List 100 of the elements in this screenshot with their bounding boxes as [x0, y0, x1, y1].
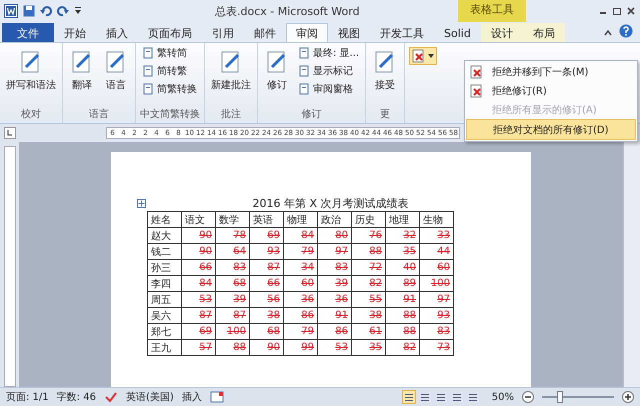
column-header: 数学 — [216, 212, 250, 228]
help-icon[interactable] — [619, 24, 633, 38]
ribbon-button[interactable]: 最终: 显... — [296, 45, 362, 61]
page-lines-icon — [468, 392, 478, 402]
table-cell: 36 — [318, 292, 352, 308]
ribbon-button[interactable]: 简繁转换 — [140, 81, 199, 97]
table-cell: 88 — [386, 324, 420, 340]
table-move-handle-icon[interactable] — [137, 199, 146, 208]
collapse-ribbon-icon[interactable] — [603, 28, 613, 38]
table-cell: 35 — [352, 340, 386, 356]
table-cell: 33 — [420, 228, 454, 244]
reject-dropdown-button[interactable] — [409, 47, 438, 65]
table-cell: 88 — [216, 340, 250, 356]
restore-icon[interactable] — [612, 6, 622, 16]
ribbon-tab[interactable]: 审阅 — [286, 23, 328, 42]
table-cell: 吴六 — [148, 308, 182, 324]
ribbon-tab[interactable]: 邮件 — [244, 23, 286, 42]
tab-stop-icon[interactable] — [4, 127, 16, 139]
zoom-in-icon[interactable] — [622, 391, 634, 403]
ribbon-button[interactable]: 简转繁 — [140, 63, 199, 79]
table-cell: 87 — [182, 308, 216, 324]
ribbon-button[interactable]: 审阅窗格 — [296, 81, 362, 97]
zoom-level[interactable]: 50% — [492, 392, 514, 402]
ribbon-button[interactable]: 语言 — [101, 45, 131, 96]
page-lines-icon — [436, 392, 446, 402]
zoom-out-icon[interactable] — [522, 391, 534, 403]
table-cell: 72 — [352, 260, 386, 276]
column-header: 政治 — [318, 212, 352, 228]
ribbon-tab[interactable]: 文件 — [2, 23, 54, 42]
word-logo-icon[interactable] — [4, 4, 18, 18]
ribbon-tab[interactable]: 页面布局 — [138, 23, 202, 42]
table-cell: 36 — [284, 292, 318, 308]
ribbon-tab[interactable]: 开始 — [54, 23, 96, 42]
page-lines-icon — [404, 392, 414, 402]
ribbon-button[interactable]: 繁转简 — [140, 45, 199, 61]
ribbon-tab[interactable]: 引用 — [202, 23, 244, 42]
table-cell: 60 — [420, 260, 454, 276]
menu-item[interactable]: 拒绝修订(R) — [466, 81, 636, 100]
context-tab-label: 表格工具 — [458, 0, 526, 22]
ribbon-button[interactable]: 显示标记 — [296, 63, 362, 79]
ribbon-tab[interactable]: 视图 — [328, 23, 370, 42]
ribbon-button[interactable]: 翻译 — [67, 45, 97, 96]
column-header: 生物 — [420, 212, 454, 228]
view-button[interactable] — [402, 390, 416, 404]
table-cell: 91 — [318, 308, 352, 324]
table-cell: 97 — [318, 244, 352, 260]
page-count[interactable]: 页面: 1/1 — [6, 390, 49, 404]
table-cell: 68 — [250, 324, 284, 340]
table-cell: 60 — [284, 276, 318, 292]
table-cell: 69 — [182, 324, 216, 340]
table-cell: 89 — [386, 276, 420, 292]
group-label: 批注 — [220, 108, 242, 122]
zoom-slider-thumb[interactable] — [557, 391, 563, 403]
table-cell: 64 — [216, 244, 250, 260]
page-lines-icon — [420, 392, 430, 402]
table-cell: 83 — [216, 260, 250, 276]
ribbon-button[interactable]: 新建批注 — [209, 45, 253, 96]
ribbon-button[interactable]: 拼写和语法 — [4, 45, 58, 96]
group-label: 更 — [379, 108, 392, 122]
caret-icon — [428, 54, 434, 58]
table-cell: 40 — [386, 260, 420, 276]
customize-caret-icon[interactable] — [74, 6, 82, 16]
vertical-scrollbar[interactable] — [623, 142, 640, 387]
group-label: 修订 — [300, 108, 323, 122]
table-cell: 79 — [284, 324, 318, 340]
table-cell: 38 — [352, 308, 386, 324]
table-cell: 93 — [250, 244, 284, 260]
ribbon-button[interactable]: 修订 — [262, 45, 292, 96]
ribbon-tab[interactable]: Solid — [434, 23, 481, 42]
column-header: 英语 — [250, 212, 284, 228]
page-lines-icon — [452, 392, 462, 402]
table-cell: 79 — [284, 244, 318, 260]
table-cell: 100 — [216, 324, 250, 340]
table-cell: 82 — [386, 340, 420, 356]
word-count[interactable]: 字数: 46 — [56, 390, 96, 404]
menu-item[interactable]: 拒绝对文档的所有修订(D) — [466, 119, 636, 140]
ribbon-tab[interactable]: 开发工具 — [370, 23, 434, 42]
ribbon-tab[interactable]: 设计 — [480, 23, 523, 42]
ribbon-button[interactable]: 接受 — [370, 45, 400, 96]
save-icon[interactable] — [23, 5, 35, 17]
table-cell: 69 — [250, 228, 284, 244]
table-cell: 56 — [250, 292, 284, 308]
table-cell: 80 — [318, 228, 352, 244]
table-cell: 周五 — [148, 292, 182, 308]
close-icon[interactable] — [626, 6, 636, 16]
proofing-icon[interactable] — [104, 391, 118, 403]
redo-icon[interactable] — [57, 5, 69, 17]
ribbon-tab[interactable]: 布局 — [522, 23, 565, 42]
ribbon-tab[interactable]: 插入 — [96, 23, 138, 42]
table-cell: 55 — [352, 292, 386, 308]
window-title: 总表.docx - Microsoft Word — [215, 4, 360, 19]
menu-item[interactable]: 拒绝并移到下一条(M) — [466, 62, 636, 81]
column-header: 姓名 — [148, 212, 182, 228]
insert-mode[interactable]: 插入 — [182, 390, 202, 404]
macro-icon[interactable] — [210, 391, 224, 403]
document-title: 2016 年第 X 次月考测试成绩表 — [251, 196, 410, 211]
language-indicator[interactable]: 英语(美国) — [126, 390, 174, 404]
undo-icon[interactable] — [40, 5, 52, 17]
group-label: 中文简繁转换 — [140, 108, 200, 122]
reject-icon — [412, 49, 426, 63]
